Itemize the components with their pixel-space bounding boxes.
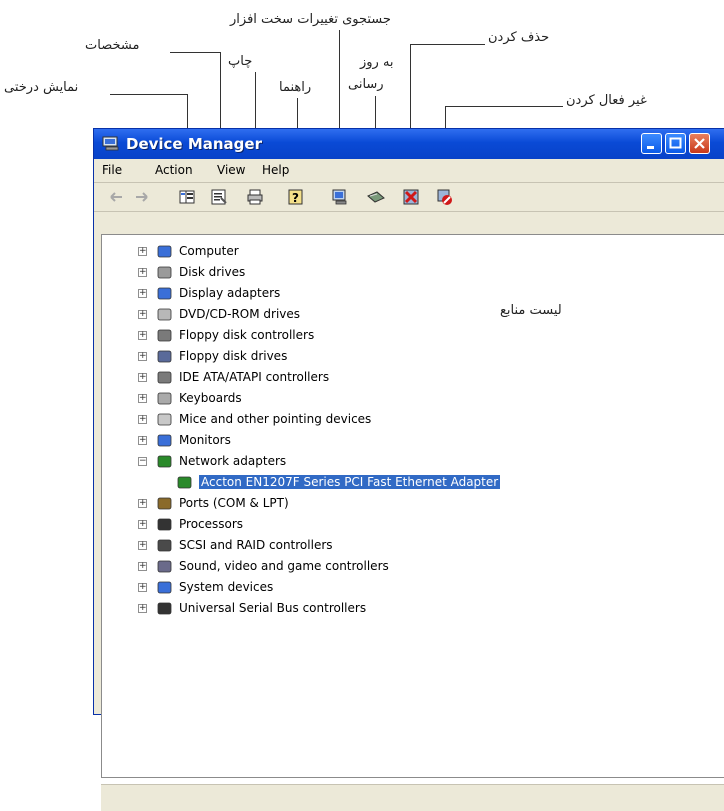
floppy-controller-icon xyxy=(157,329,172,342)
ide-controller-icon xyxy=(157,371,172,384)
tree-item-label: IDE ATA/ATAPI controllers xyxy=(179,370,330,384)
menu-help[interactable]: Help xyxy=(262,163,289,177)
annotation-tree-view: نمایش درختی xyxy=(4,80,79,95)
device-manager-window: Device Manager File Action View Help ? +… xyxy=(93,128,724,811)
tree-item-label: Computer xyxy=(179,244,239,258)
update-driver-icon[interactable] xyxy=(367,188,385,206)
maximize-button[interactable] xyxy=(665,133,686,154)
tree-item-label: Keyboards xyxy=(179,391,242,405)
expand-icon[interactable]: + xyxy=(138,394,147,403)
status-bar xyxy=(101,784,724,811)
callout-line-uninstall xyxy=(410,44,485,45)
usb-icon xyxy=(157,602,172,615)
cd-rom-icon xyxy=(157,308,172,321)
expand-icon[interactable]: + xyxy=(138,520,147,529)
device-manager-icon xyxy=(102,136,119,151)
mouse-icon xyxy=(157,413,172,426)
menu-file[interactable]: File xyxy=(102,163,122,177)
port-icon xyxy=(157,497,172,510)
system-device-icon xyxy=(157,581,172,594)
expand-icon[interactable]: + xyxy=(138,436,147,445)
tree-item-label: Monitors xyxy=(179,433,231,447)
annotation-update-line2: رسانی xyxy=(348,77,384,92)
expand-icon[interactable]: + xyxy=(138,331,147,340)
expand-icon[interactable]: + xyxy=(138,268,147,277)
expand-icon[interactable]: + xyxy=(138,310,147,319)
properties-icon[interactable] xyxy=(210,188,228,206)
uninstall-icon[interactable] xyxy=(402,188,420,206)
tree-item-label: Processors xyxy=(179,517,244,531)
tree-item-label: DVD/CD-ROM drives xyxy=(179,307,301,321)
computer-icon xyxy=(157,245,172,258)
callout-line-disable xyxy=(445,106,563,107)
annotation-disable: غیر فعال کردن xyxy=(566,93,647,108)
callout-line-properties xyxy=(170,52,220,53)
tree-view-icon[interactable] xyxy=(178,188,196,206)
tree-item-label: Display adapters xyxy=(179,286,281,300)
tree-item-label: Universal Serial Bus controllers xyxy=(179,601,367,615)
expand-icon[interactable]: + xyxy=(138,541,147,550)
scan-hardware-icon[interactable] xyxy=(331,188,349,206)
tree-item-label: Accton EN1207F Series PCI Fast Ethernet … xyxy=(199,475,501,489)
collapse-icon[interactable]: − xyxy=(138,457,147,466)
expand-icon[interactable]: + xyxy=(138,604,147,613)
tree-item-label: Disk drives xyxy=(179,265,246,279)
tree-item-label: Mice and other pointing devices xyxy=(179,412,372,426)
close-button[interactable] xyxy=(689,133,710,154)
disk-drive-icon xyxy=(157,266,172,279)
menu-action[interactable]: Action xyxy=(155,163,193,177)
callout-line-tree-view xyxy=(110,94,188,95)
display-adapter-icon xyxy=(157,287,172,300)
tree-item-label: Ports (COM & LPT) xyxy=(179,496,289,510)
maximize-icon xyxy=(669,137,682,149)
menu-bar: File Action View Help xyxy=(94,159,724,183)
expand-icon[interactable]: + xyxy=(138,415,147,424)
device-tree[interactable]: + Computer + Disk drives + Display adapters + D… xyxy=(101,234,724,778)
print-icon[interactable] xyxy=(246,188,264,206)
expand-icon[interactable]: + xyxy=(138,373,147,382)
annotation-update-line1: به روز xyxy=(360,55,394,70)
help-icon[interactable]: ? xyxy=(287,188,305,206)
monitor-icon xyxy=(157,434,172,447)
window-title: Device Manager xyxy=(126,135,262,153)
tree-item-label: Network adapters xyxy=(179,454,287,468)
menu-view[interactable]: View xyxy=(217,163,245,177)
tree-item-label: Floppy disk controllers xyxy=(179,328,315,342)
toolbar: ? xyxy=(94,183,724,212)
tree-item-label: Floppy disk drives xyxy=(179,349,288,363)
annotation-properties: مشخصات xyxy=(85,38,140,53)
floppy-drive-icon xyxy=(157,350,172,363)
tree-item-label: System devices xyxy=(179,580,274,594)
expand-icon[interactable]: + xyxy=(138,289,147,298)
expand-icon[interactable]: + xyxy=(138,583,147,592)
expand-icon[interactable]: + xyxy=(138,352,147,361)
minimize-icon xyxy=(647,146,654,149)
tree-item-label: SCSI and RAID controllers xyxy=(179,538,333,552)
annotation-scan: جستجوی تغییرات سخت افزار xyxy=(230,12,391,27)
minimize-button[interactable] xyxy=(641,133,662,154)
network-adapter-icon xyxy=(157,455,172,468)
keyboard-icon xyxy=(157,392,172,405)
network-card-icon xyxy=(177,476,192,489)
disable-icon[interactable] xyxy=(436,188,454,206)
annotation-resource-list: لیست منابع xyxy=(500,303,562,318)
processor-icon xyxy=(157,518,172,531)
close-icon xyxy=(694,138,705,149)
annotation-print: چاپ xyxy=(228,54,253,69)
tree-item-label: Sound, video and game controllers xyxy=(179,559,389,573)
expand-icon[interactable]: + xyxy=(138,562,147,571)
expand-icon[interactable]: + xyxy=(138,499,147,508)
scsi-icon xyxy=(157,539,172,552)
title-bar[interactable]: Device Manager xyxy=(94,129,724,159)
expand-icon[interactable]: + xyxy=(138,247,147,256)
forward-icon[interactable] xyxy=(132,188,150,206)
sound-icon xyxy=(157,560,172,573)
annotation-uninstall: حذف کردن xyxy=(488,30,550,45)
annotation-help: راهنما xyxy=(279,80,312,95)
back-icon[interactable] xyxy=(108,188,126,206)
svg-text:?: ? xyxy=(292,191,299,205)
